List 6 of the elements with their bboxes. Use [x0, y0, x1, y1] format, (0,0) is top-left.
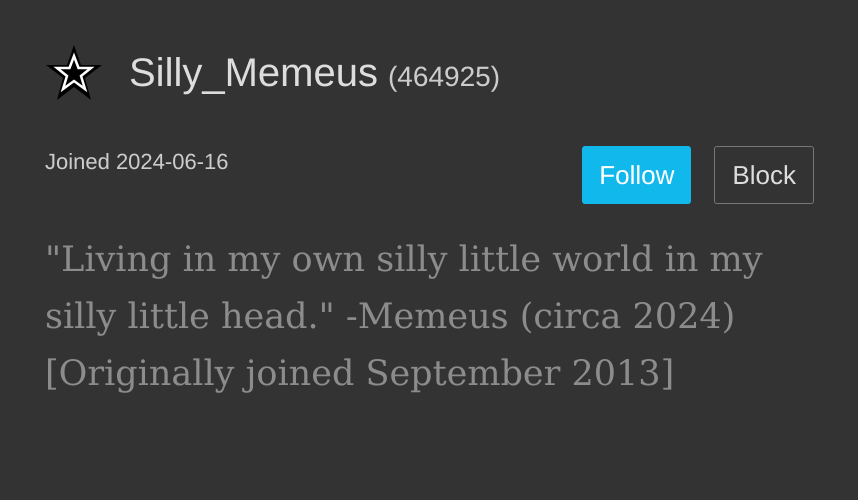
block-button[interactable]: Block	[714, 146, 814, 204]
user-id: (464925)	[388, 60, 500, 92]
bio-text: "Living in my own silly little world in my silly little head." -Memeus (circa 2024) [Originally joined September 2013]	[45, 239, 764, 396]
star-icon	[45, 44, 103, 102]
username: Silly_Memeus	[129, 50, 378, 94]
joined-date: Joined 2024-06-16	[45, 149, 230, 175]
